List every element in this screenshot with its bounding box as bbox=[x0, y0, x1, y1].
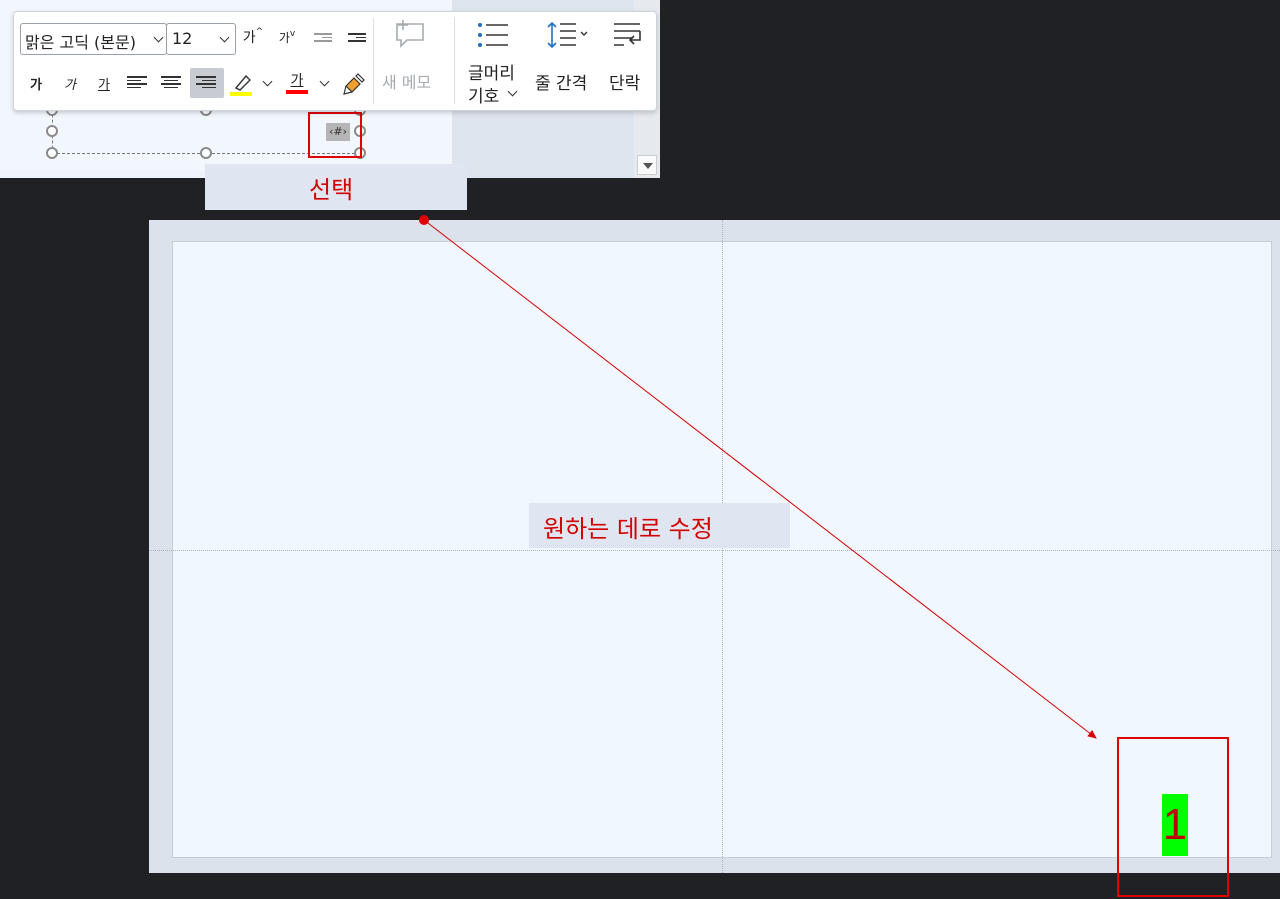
slide-number[interactable]: 1 bbox=[1162, 794, 1188, 856]
arrow-line bbox=[423, 219, 1097, 739]
annotation-arrow bbox=[419, 215, 1097, 739]
